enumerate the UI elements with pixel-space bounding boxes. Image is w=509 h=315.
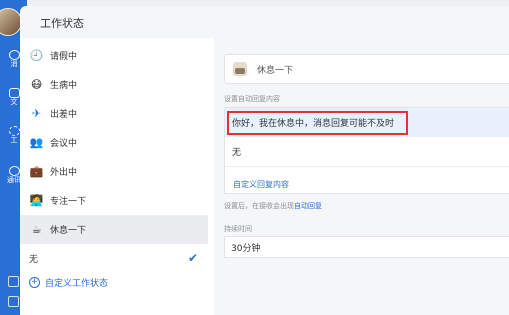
status-name-field[interactable]: 休息一下	[224, 54, 509, 84]
status-label: 休息一下	[50, 226, 87, 236]
auto-reply-label: 设置自动回复内容	[224, 95, 280, 103]
auto-reply-options: 你好，我在休息中，消息回复可能不及时 无 自定义回复内容	[224, 107, 509, 194]
status-label: 外出中	[50, 168, 78, 178]
status-list: 🕘 请假中 😷 生病中 ✈ 出差中 👥 会议中 💼 外出中 🧑‍💻 专注一下 ☕…	[20, 38, 214, 315]
focus-icon: 🧑‍💻	[29, 194, 44, 207]
checkmark-icon: ✔	[187, 251, 198, 265]
work-status-dialog: 工作状态 🕘 请假中 😷 生病中 ✈ 出差中 👥 会议中 💼 外出中 🧑‍💻 专…	[20, 6, 509, 315]
meeting-icon: 👥	[29, 136, 44, 149]
annotation-highlight-box	[227, 111, 408, 135]
status-label: 会议中	[50, 139, 78, 149]
clock-icon: 🕘	[29, 49, 44, 62]
status-item-focus[interactable]: 🧑‍💻 专注一下	[20, 186, 208, 215]
folder-icon	[8, 88, 20, 98]
status-label: 专注一下	[50, 197, 87, 207]
status-item-meeting[interactable]: 👥 会议中	[20, 128, 208, 157]
status-item-rest[interactable]: ☕ 休息一下	[20, 215, 208, 244]
airplane-icon: ✈	[31, 107, 42, 120]
auto-reply-link[interactable]: 自动回复	[294, 202, 322, 210]
duration-select[interactable]: 30分钟	[224, 236, 509, 258]
user-avatar[interactable]	[0, 8, 22, 36]
message-icon	[8, 50, 20, 60]
auto-reply-note: 设置后，在接收会出现自动回复	[224, 202, 322, 210]
status-label: 请假中	[50, 52, 78, 62]
todo-icon[interactable]	[8, 296, 19, 307]
status-detail-panel: 休息一下 设置自动回复内容 你好，我在休息中，消息回复可能不及时 无 自定义回复…	[220, 38, 509, 315]
status-label: 出差中	[50, 110, 78, 120]
custom-reply-link[interactable]: 自定义回复内容	[233, 179, 289, 190]
coffee-icon: ☕	[31, 223, 42, 236]
add-custom-status-button[interactable]: + 自定义工作状态	[29, 276, 108, 289]
status-item-out[interactable]: 💼 外出中	[20, 157, 208, 186]
divider	[225, 166, 509, 167]
dialog-title: 工作状态	[40, 17, 84, 30]
status-item-none[interactable]: 无 ✔	[20, 244, 208, 273]
plus-circle-icon: +	[29, 277, 40, 288]
coffee-icon	[233, 62, 247, 76]
duration-label: 持续时间	[224, 225, 252, 233]
calendar-icon[interactable]	[8, 276, 19, 287]
workbench-icon	[8, 126, 20, 136]
status-item-leave[interactable]: 🕘 请假中	[20, 41, 208, 70]
briefcase-icon: 💼	[29, 165, 44, 178]
contacts-icon	[8, 166, 20, 176]
sick-face-icon: 😷	[30, 78, 43, 91]
status-item-business-trip[interactable]: ✈ 出差中	[20, 99, 208, 128]
status-item-sick[interactable]: 😷 生病中	[20, 70, 208, 99]
status-label: 生病中	[50, 81, 78, 91]
auto-reply-option-none[interactable]: 无	[225, 137, 509, 166]
status-label: 无	[29, 255, 39, 265]
